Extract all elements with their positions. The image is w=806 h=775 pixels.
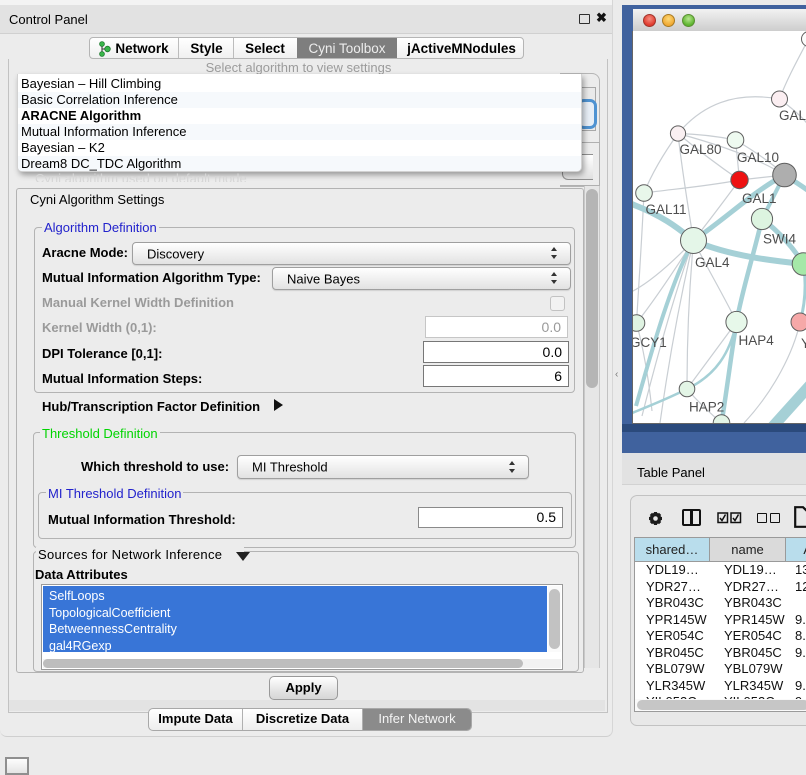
svg-text:GAL80: GAL80: [680, 142, 722, 157]
svg-text:GAL7: GAL7: [779, 108, 806, 123]
svg-text:GAL10: GAL10: [737, 150, 779, 165]
svg-text:GAL11: GAL11: [646, 202, 687, 217]
svg-text:HAP4: HAP4: [739, 333, 775, 348]
svg-text:GAL1: GAL1: [742, 191, 777, 206]
svg-text:GCY1: GCY1: [633, 335, 667, 350]
svg-text:GAL4: GAL4: [695, 255, 730, 270]
svg-text:SWI4: SWI4: [763, 232, 796, 247]
svg-text:Y: Y: [801, 336, 806, 351]
svg-text:HAP2: HAP2: [689, 400, 724, 415]
